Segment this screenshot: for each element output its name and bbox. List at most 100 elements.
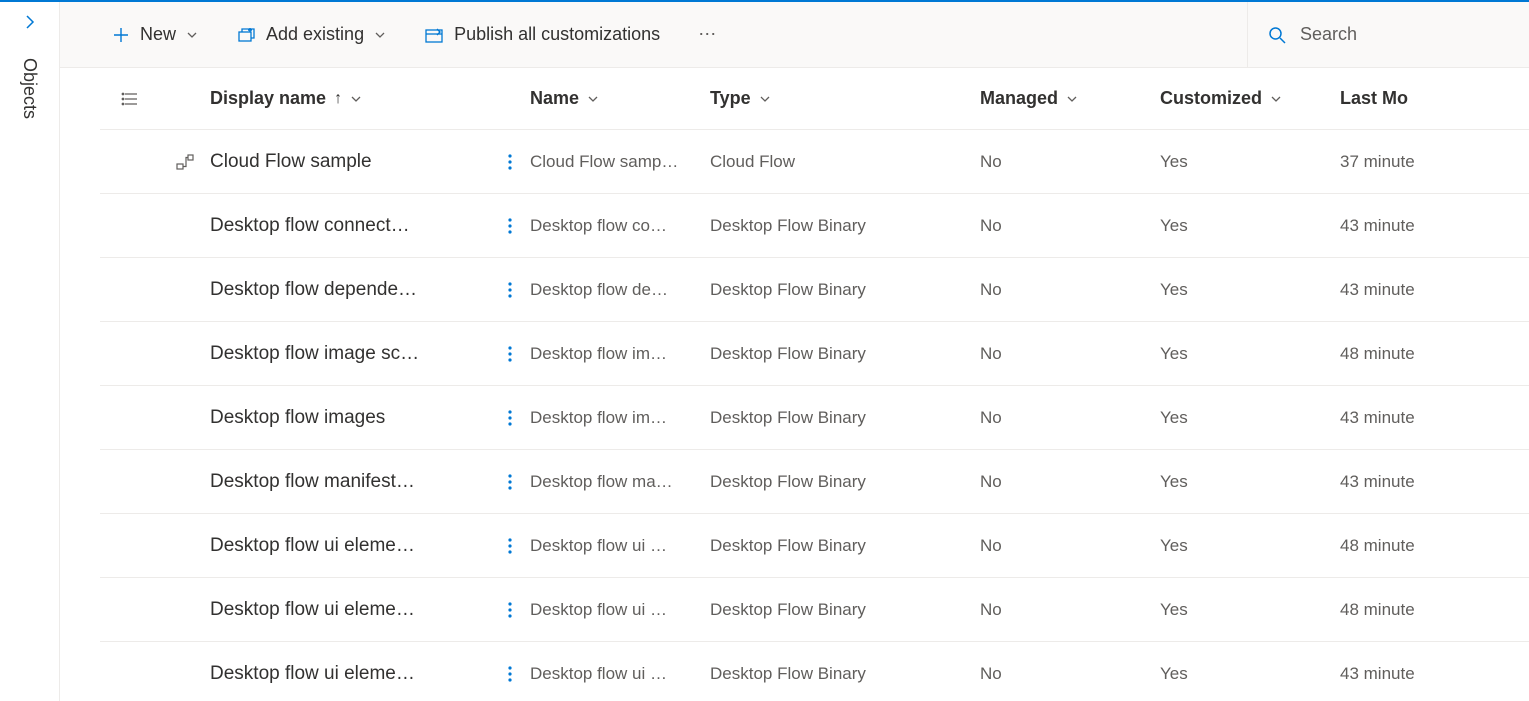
more-vertical-icon xyxy=(508,473,512,491)
row-actions-button[interactable] xyxy=(502,595,518,625)
table-row[interactable]: Desktop flow ui eleme… Desktop flow ui … D… xyxy=(100,514,1529,578)
cell-display-name: Desktop flow ui eleme… xyxy=(210,535,482,557)
publish-button[interactable]: Publish all customizations xyxy=(412,16,672,53)
row-actions-button[interactable] xyxy=(502,403,518,433)
cell-name: Desktop flow ui … xyxy=(530,600,698,620)
rail-label-objects[interactable]: Objects xyxy=(19,58,40,119)
cell-managed: No xyxy=(980,664,1160,684)
search-input[interactable] xyxy=(1298,23,1478,46)
table-row[interactable]: Desktop flow depende… Desktop flow de… Des… xyxy=(100,258,1529,322)
cell-last-modified: 48 minute xyxy=(1340,536,1460,556)
cell-managed: No xyxy=(980,152,1160,172)
cell-name: Desktop flow ma… xyxy=(530,472,698,492)
search-box[interactable] xyxy=(1247,2,1509,67)
publish-icon xyxy=(424,26,444,44)
new-label: New xyxy=(140,24,176,45)
table-row[interactable]: Desktop flow manifest…Desktop flow ma…De… xyxy=(100,450,1529,514)
more-vertical-icon xyxy=(508,537,512,555)
cell-last-modified: 43 minute xyxy=(1340,664,1460,684)
cell-last-modified: 43 minute xyxy=(1340,472,1460,492)
sort-ascending-icon: ↑ xyxy=(334,90,342,108)
cell-display-name: Desktop flow images xyxy=(210,407,482,429)
cell-type: Desktop Flow Binary xyxy=(710,216,980,236)
table-row[interactable]: Desktop flow ui eleme…Desktop flow ui …D… xyxy=(100,642,1529,701)
cell-managed: No xyxy=(980,280,1160,300)
cell-name: Desktop flow co… xyxy=(530,216,698,236)
more-vertical-icon xyxy=(508,217,512,235)
more-vertical-icon xyxy=(508,345,512,363)
cell-type: Desktop Flow Binary xyxy=(710,536,980,556)
command-bar: New Add existing xyxy=(60,2,1529,68)
cell-managed: No xyxy=(980,600,1160,620)
cell-type: Desktop Flow Binary xyxy=(710,600,980,620)
cell-managed: No xyxy=(980,344,1160,364)
more-vertical-icon xyxy=(508,409,512,427)
chevron-down-icon xyxy=(374,29,386,41)
cell-display-name: Cloud Flow sample xyxy=(210,151,482,173)
more-vertical-icon xyxy=(508,281,512,299)
more-vertical-icon xyxy=(508,665,512,683)
column-header-type[interactable]: Type xyxy=(710,88,980,109)
cell-type: Cloud Flow xyxy=(710,152,980,172)
cell-display-name: Desktop flow connect… xyxy=(210,215,482,237)
new-button[interactable]: New xyxy=(100,16,210,53)
cell-name: Desktop flow ui … xyxy=(530,536,698,556)
cell-managed: No xyxy=(980,408,1160,428)
cell-type: Desktop Flow Binary xyxy=(710,472,980,492)
cell-display-name: Desktop flow image sc… xyxy=(210,343,482,365)
cell-name: Desktop flow de… xyxy=(530,280,698,300)
expand-rail-button[interactable] xyxy=(22,14,38,30)
cell-managed: No xyxy=(980,472,1160,492)
add-existing-label: Add existing xyxy=(266,24,364,45)
cell-managed: No xyxy=(980,216,1160,236)
column-header-last-modified[interactable]: Last Mo xyxy=(1340,88,1460,109)
column-header-display-name[interactable]: Display name ↑ xyxy=(210,88,490,109)
table-row[interactable]: Cloud Flow sampleCloud Flow samp…Cloud F… xyxy=(100,130,1529,194)
cell-last-modified: 48 minute xyxy=(1340,600,1460,620)
more-vertical-icon xyxy=(508,153,512,171)
chevron-down-icon xyxy=(1066,93,1078,105)
add-existing-icon xyxy=(236,26,256,44)
column-header-managed[interactable]: Managed xyxy=(980,88,1160,109)
row-actions-button[interactable] xyxy=(502,659,518,689)
cell-customized: Yes xyxy=(1160,472,1340,492)
cell-customized: Yes xyxy=(1160,536,1340,556)
row-actions-button[interactable] xyxy=(502,339,518,369)
table-row[interactable]: Desktop flow images Desktop flow im… Deskt… xyxy=(100,386,1529,450)
cell-type: Desktop Flow Binary xyxy=(710,280,980,300)
cell-type: Desktop Flow Binary xyxy=(710,408,980,428)
grid-header: Display name ↑ Name Type xyxy=(100,68,1529,130)
cell-last-modified: 43 minute xyxy=(1340,280,1460,300)
plus-icon xyxy=(112,26,130,44)
table-row[interactable]: Desktop flow ui eleme… Desktop flow ui … D… xyxy=(100,578,1529,642)
cell-last-modified: 43 minute xyxy=(1340,216,1460,236)
list-view-icon[interactable] xyxy=(121,90,139,108)
cell-managed: No xyxy=(980,536,1160,556)
cell-type: Desktop Flow Binary xyxy=(710,664,980,684)
more-vertical-icon xyxy=(508,601,512,619)
table-row[interactable]: Desktop flow connect… Desktop flow co… Des… xyxy=(100,194,1529,258)
flow-icon xyxy=(176,153,194,171)
cell-customized: Yes xyxy=(1160,344,1340,364)
chevron-down-icon xyxy=(350,93,362,105)
add-existing-button[interactable]: Add existing xyxy=(224,16,398,53)
row-actions-button[interactable] xyxy=(502,211,518,241)
row-actions-button[interactable] xyxy=(502,147,518,177)
overflow-button[interactable]: ⋯ xyxy=(686,16,730,53)
side-rail: Objects xyxy=(0,2,60,701)
cell-name: Desktop flow im… xyxy=(530,408,698,428)
cell-last-modified: 48 minute xyxy=(1340,344,1460,364)
row-actions-button[interactable] xyxy=(502,531,518,561)
cell-display-name: Desktop flow ui eleme… xyxy=(210,599,482,621)
column-header-customized[interactable]: Customized xyxy=(1160,88,1340,109)
table-row[interactable]: Desktop flow image sc…Desktop flow im…De… xyxy=(100,322,1529,386)
cell-display-name: Desktop flow depende… xyxy=(210,279,482,301)
chevron-down-icon xyxy=(1270,93,1282,105)
row-actions-button[interactable] xyxy=(502,467,518,497)
row-actions-button[interactable] xyxy=(502,275,518,305)
ellipsis-icon: ⋯ xyxy=(698,24,718,44)
column-header-name[interactable]: Name xyxy=(530,88,710,109)
chevron-down-icon xyxy=(186,29,198,41)
cell-customized: Yes xyxy=(1160,152,1340,172)
cell-name: Desktop flow ui … xyxy=(530,664,698,684)
